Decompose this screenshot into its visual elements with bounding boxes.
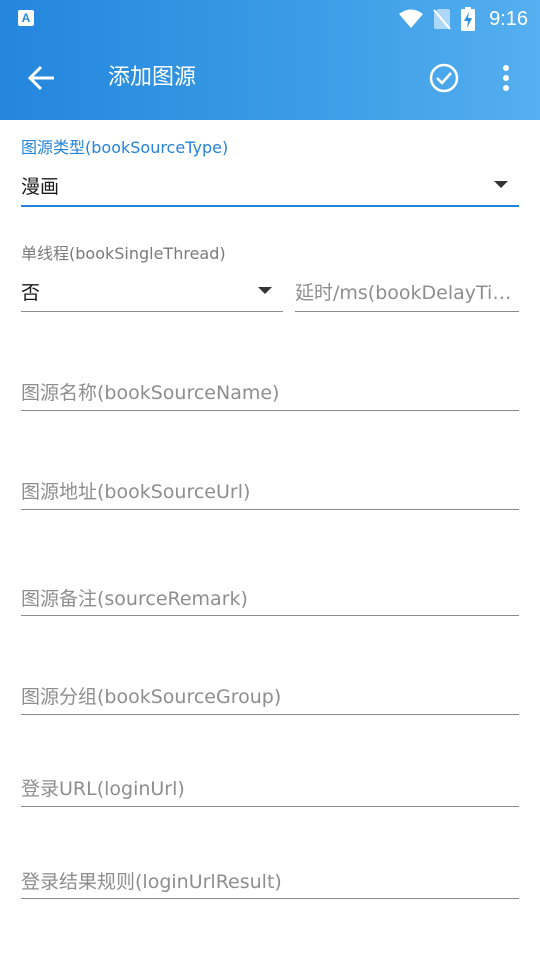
login-url-result-placeholder: 登录结果规则(loginUrlResult) [21,871,282,893]
source-type-value: 漫画 [21,176,60,198]
source-name-input[interactable]: 图源名称(bookSourceName) [21,376,519,416]
check-circle-icon[interactable] [426,60,462,96]
more-vert-icon[interactable] [490,60,522,96]
delay-time-input[interactable]: 延时/ms(bookDelayTime) [295,276,519,314]
app-bar: 添加图源 [0,38,540,120]
status-icons: 9:16 [399,6,528,32]
source-type-underline [21,205,519,207]
source-remark-placeholder: 图源备注(sourceRemark) [21,588,248,610]
source-url-input[interactable]: 图源地址(bookSourceUrl) [21,475,519,515]
dropdown-arrow-icon [494,181,508,188]
single-thread-value: 否 [21,282,41,304]
status-time: 9:16 [489,7,528,30]
source-group-placeholder: 图源分组(bookSourceGroup) [21,686,282,708]
login-url-placeholder: 登录URL(loginUrl) [21,778,185,800]
wifi-icon [399,9,424,29]
source-url-placeholder: 图源地址(bookSourceUrl) [21,481,251,503]
source-group-input[interactable]: 图源分组(bookSourceGroup) [21,680,519,720]
single-thread-label: 单线程(bookSingleThread) [21,244,226,263]
single-thread-underline [21,311,283,312]
source-name-placeholder: 图源名称(bookSourceName) [21,382,280,404]
battery-charging-icon [461,7,476,31]
login-url-underline [21,806,519,807]
status-bar: A 9:16 [0,0,540,38]
source-remark-underline [21,615,519,616]
app-notification-icon: A [18,10,34,26]
login-url-input[interactable]: 登录URL(loginUrl) [21,772,519,812]
dropdown-arrow-icon [258,287,272,294]
source-group-underline [21,714,519,715]
source-url-underline [21,509,519,510]
login-url-result-input[interactable]: 登录结果规则(loginUrlResult) [21,865,519,905]
delay-time-placeholder: 延时/ms(bookDelayTime) [295,282,519,304]
delay-time-underline [295,311,519,312]
source-remark-input[interactable]: 图源备注(sourceRemark) [21,582,519,622]
source-type-spinner[interactable]: 图源类型(bookSourceType) 漫画 [21,134,519,210]
page-title: 添加图源 [108,65,197,90]
source-name-underline [21,410,519,411]
single-thread-spinner[interactable]: 单线程(bookSingleThread) 否 [21,240,283,314]
back-arrow-icon[interactable] [22,58,62,98]
source-type-label: 图源类型(bookSourceType) [21,138,229,157]
login-url-result-underline [21,898,519,899]
no-sim-icon [433,8,451,30]
